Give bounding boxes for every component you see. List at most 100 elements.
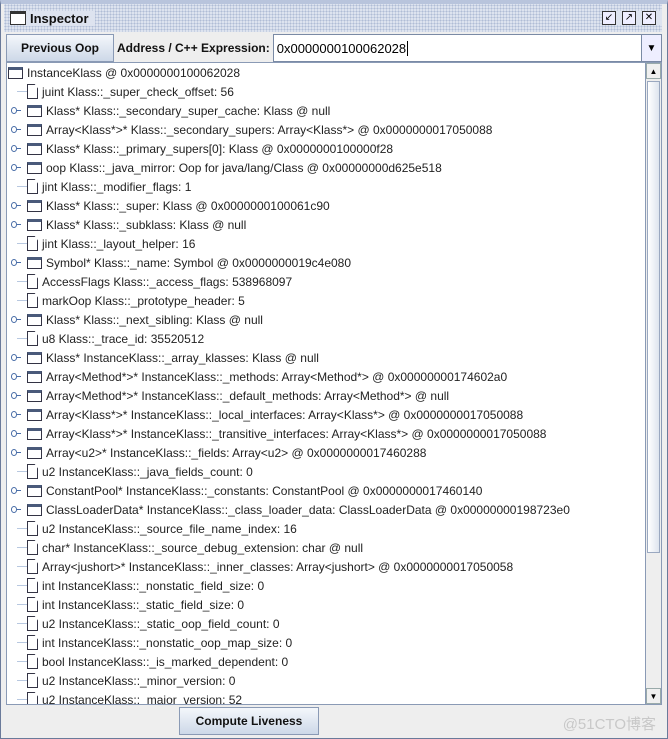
tree-row[interactable]: Klass* Klass::_super: Klass @ 0x00000001… (27, 196, 330, 215)
tree-row[interactable]: Array<Klass*>* InstanceKlass::_transitiv… (27, 424, 546, 443)
tree-row[interactable]: Symbol* Klass::_name: Symbol @ 0x0000000… (27, 253, 351, 272)
expand-handle-icon[interactable] (11, 373, 21, 379)
expand-handle-icon[interactable] (11, 316, 21, 322)
tree-line (17, 300, 27, 301)
folder-icon (27, 503, 42, 516)
folder-icon (27, 123, 42, 136)
tree-row[interactable]: char* InstanceKlass::_source_debug_exten… (27, 538, 363, 557)
tree-row[interactable]: Klass* InstanceKlass::_array_klasses: Kl… (27, 348, 319, 367)
expand-handle-icon[interactable] (11, 506, 21, 512)
tree-row[interactable]: Klass* Klass::_subklass: Klass @ null (27, 215, 246, 234)
tree-line (17, 528, 27, 529)
bottom-bar: Compute Liveness @51CTO博客 (6, 705, 662, 737)
folder-icon (27, 161, 42, 174)
tree-row-label: u2 InstanceKlass::_source_file_name_inde… (42, 521, 297, 536)
minimize-icon[interactable]: ↙ (602, 11, 616, 25)
file-icon (27, 692, 38, 704)
expand-handle-icon[interactable] (11, 449, 21, 455)
file-icon (27, 578, 38, 593)
tree-row[interactable]: u2 InstanceKlass::_minor_version: 0 (27, 671, 235, 690)
window-icon (10, 11, 26, 25)
tree-row[interactable]: Klass* Klass::_secondary_super_cache: Kl… (27, 101, 330, 120)
tree-row[interactable]: Array<Klass*>* InstanceKlass::_local_int… (27, 405, 523, 424)
tree-row[interactable]: Array<Klass*>* Klass::_secondary_supers:… (27, 120, 492, 139)
tree-row-label: Klass* Klass::_subklass: Klass @ null (46, 217, 247, 232)
expand-handle-icon[interactable] (11, 411, 21, 417)
tree-row[interactable]: ClassLoaderData* InstanceKlass::_class_l… (27, 500, 570, 519)
tree-row-label: jint Klass::_modifier_flags: 1 (42, 179, 192, 194)
expand-handle-icon[interactable] (11, 164, 21, 170)
previous-oop-button[interactable]: Previous Oop (6, 34, 114, 62)
folder-icon (27, 313, 42, 326)
expand-handle-icon[interactable] (11, 145, 21, 151)
folder-icon (27, 218, 42, 231)
tree-row-label: juint Klass::_super_check_offset: 56 (42, 84, 234, 99)
scroll-down-icon[interactable]: ▼ (646, 688, 661, 704)
file-icon (27, 236, 38, 251)
vertical-scrollbar[interactable]: ▲ ▼ (646, 62, 662, 705)
tree-row-label: Klass* Klass::_super: Klass @ 0x00000001… (46, 198, 330, 213)
tree-row-label: ConstantPool* InstanceKlass::_constants:… (46, 483, 483, 498)
chevron-down-icon[interactable]: ▼ (642, 34, 662, 62)
tree-row[interactable]: AccessFlags Klass::_access_flags: 538968… (27, 272, 292, 291)
tree-row[interactable]: int InstanceKlass::_nonstatic_field_size… (27, 576, 264, 595)
tree-row-label: Klass* Klass::_primary_supers[0]: Klass … (46, 141, 394, 156)
expand-handle-icon[interactable] (11, 107, 21, 113)
tree-row[interactable]: u2 InstanceKlass::_major_version: 52 (27, 690, 243, 705)
expand-handle-icon[interactable] (11, 430, 21, 436)
tree-row[interactable]: Klass* Klass::_next_sibling: Klass @ nul… (27, 310, 263, 329)
maximize-icon[interactable]: ↗ (622, 11, 636, 25)
expand-handle-icon[interactable] (11, 354, 21, 360)
tree-line (17, 91, 27, 92)
expand-handle-icon[interactable] (11, 259, 21, 265)
tree-line (17, 699, 27, 700)
tree-row[interactable]: ConstantPool* InstanceKlass::_constants:… (27, 481, 482, 500)
tree-row[interactable]: int InstanceKlass::_static_field_size: 0 (27, 595, 244, 614)
inspector-tree[interactable]: InstanceKlass @ 0x0000000100062028 juint … (6, 62, 646, 705)
file-icon (27, 540, 38, 555)
tree-row[interactable]: markOop Klass::_prototype_header: 5 (27, 291, 245, 310)
tree-row[interactable]: u2 InstanceKlass::_static_oop_field_coun… (27, 614, 280, 633)
tree-row[interactable]: Array<Method*>* InstanceKlass::_methods:… (27, 367, 507, 386)
folder-icon (27, 199, 42, 212)
tree-row[interactable]: Array<jushort>* InstanceKlass::_inner_cl… (27, 557, 513, 576)
file-icon (27, 464, 38, 479)
close-icon[interactable]: ✕ (642, 11, 656, 25)
tree-row[interactable]: u8 Klass::_trace_id: 35520512 (27, 329, 204, 348)
tree-row-label: Array<Klass*>* InstanceKlass::_transitiv… (46, 426, 547, 441)
tree-row[interactable]: InstanceKlass @ 0x0000000100062028 (8, 63, 240, 82)
tree-line (17, 243, 27, 244)
tree-row-label: u2 InstanceKlass::_major_version: 52 (42, 692, 243, 705)
tree-row[interactable]: bool InstanceKlass::_is_marked_dependent… (27, 652, 288, 671)
tree-row[interactable]: jint Klass::_layout_helper: 16 (27, 234, 195, 253)
expand-handle-icon[interactable] (11, 392, 21, 398)
folder-icon (27, 389, 42, 402)
folder-icon (8, 66, 23, 79)
file-icon (27, 616, 38, 631)
tree-row[interactable]: jint Klass::_modifier_flags: 1 (27, 177, 191, 196)
tree-row-label: Array<jushort>* InstanceKlass::_inner_cl… (42, 559, 514, 574)
tree-row[interactable]: oop Klass::_java_mirror: Oop for java/la… (27, 158, 442, 177)
expand-handle-icon[interactable] (11, 202, 21, 208)
tree-row[interactable]: int InstanceKlass::_nonstatic_oop_map_si… (27, 633, 292, 652)
expand-handle-icon[interactable] (11, 221, 21, 227)
tree-row[interactable]: juint Klass::_super_check_offset: 56 (27, 82, 234, 101)
tree-row[interactable]: u2 InstanceKlass::_source_file_name_inde… (27, 519, 297, 538)
folder-icon (27, 484, 42, 497)
tree-line (17, 642, 27, 643)
tree-row[interactable]: Array<Method*>* InstanceKlass::_default_… (27, 386, 449, 405)
scroll-thumb[interactable] (647, 81, 660, 553)
tree-row[interactable]: u2 InstanceKlass::_java_fields_count: 0 (27, 462, 253, 481)
address-input[interactable]: 0x0000000100062028 (272, 34, 642, 62)
tree-row-label: Array<Klass*>* Klass::_secondary_supers:… (46, 122, 493, 137)
compute-liveness-button[interactable]: Compute Liveness (179, 707, 319, 735)
scroll-up-icon[interactable]: ▲ (646, 63, 661, 79)
tree-row[interactable]: Klass* Klass::_primary_supers[0]: Klass … (27, 139, 393, 158)
folder-icon (27, 408, 42, 421)
tree-row-label: AccessFlags Klass::_access_flags: 538968… (42, 274, 293, 289)
expand-handle-icon[interactable] (11, 487, 21, 493)
tree-row-label: Array<Method*>* InstanceKlass::_methods:… (46, 369, 508, 384)
expand-handle-icon[interactable] (11, 126, 21, 132)
title-bar[interactable]: Inspector ↙ ↗ ✕ (4, 4, 662, 32)
tree-row[interactable]: Array<u2>* InstanceKlass::_fields: Array… (27, 443, 426, 462)
